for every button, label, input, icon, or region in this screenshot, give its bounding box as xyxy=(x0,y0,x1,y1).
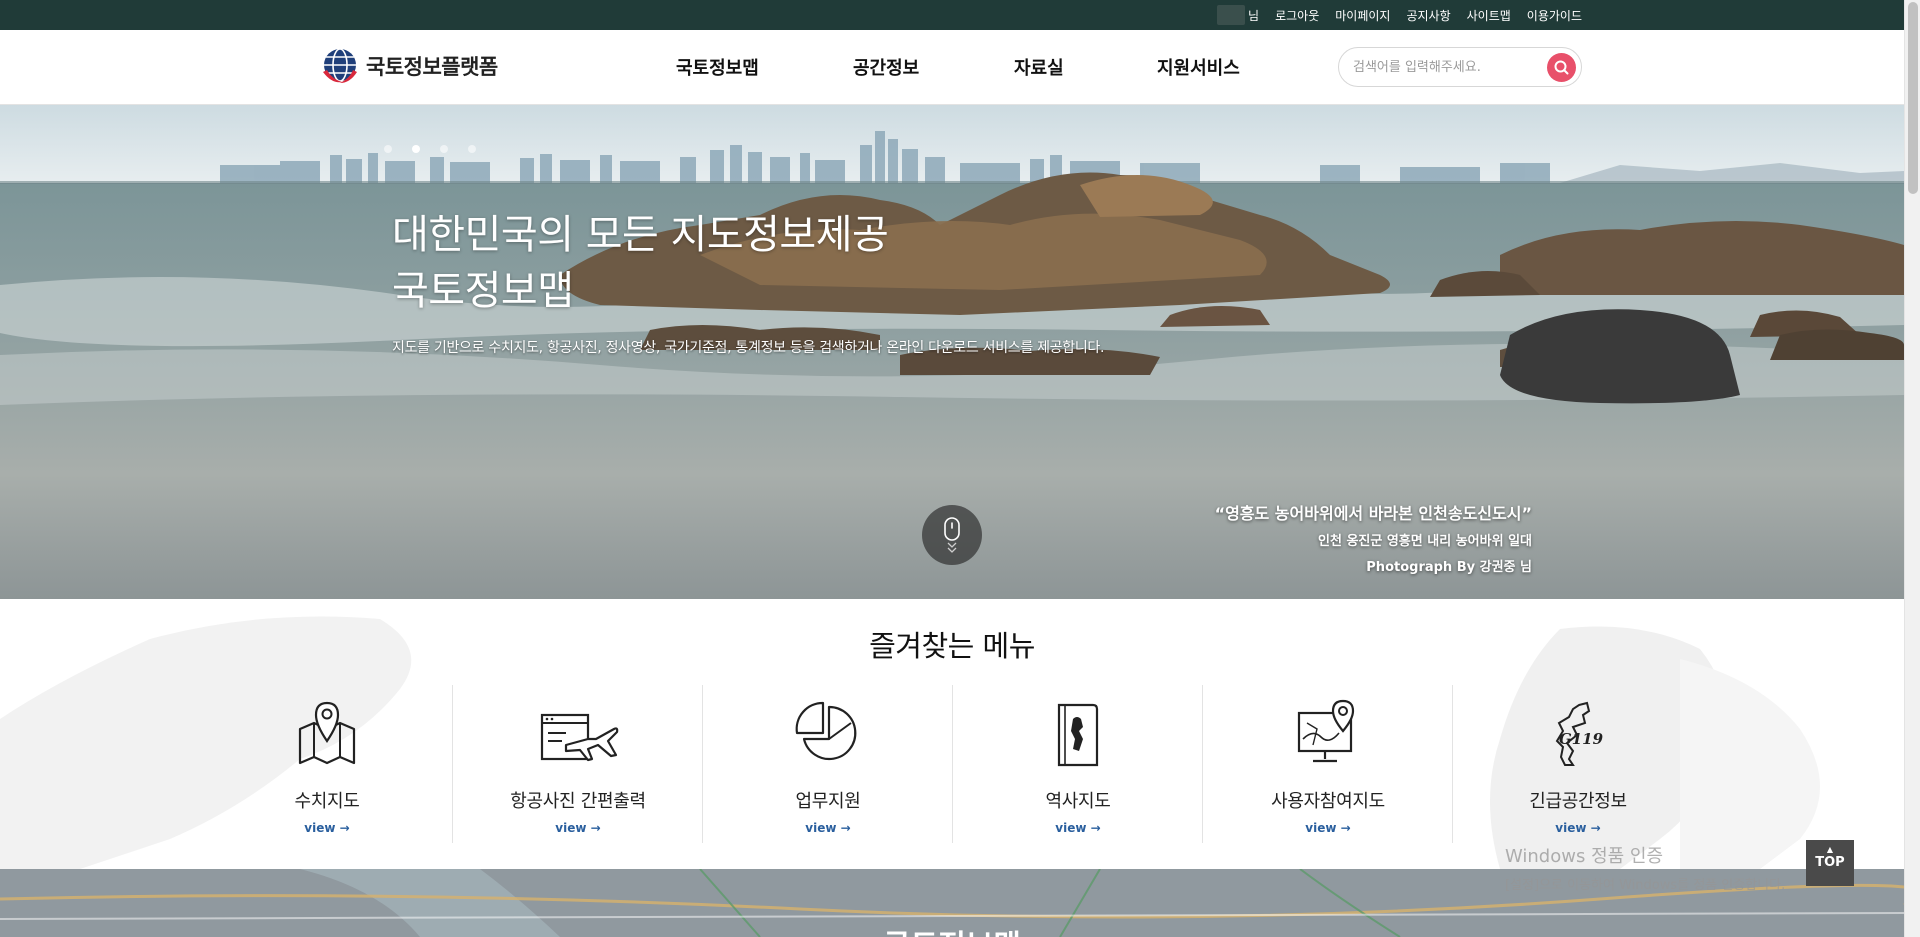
monitor-map-icon xyxy=(1297,699,1355,763)
photo-caption: “영흥도 농어바위에서 바라본 인천송도신도시” 인천 옹진군 영흥면 내리 농… xyxy=(1215,500,1532,575)
search-input[interactable] xyxy=(1353,56,1533,78)
caption-credit: Photograph By 강권중 님 xyxy=(1366,560,1532,575)
slide-dot-2[interactable] xyxy=(412,145,420,153)
site-logo[interactable]: 국토정보플랫폼 xyxy=(320,46,498,86)
gnb-national-map[interactable]: 국토정보맵 xyxy=(676,54,759,80)
caption-quote: “영흥도 농어바위에서 바라본 인천송도신도시” xyxy=(1214,504,1532,523)
favorite-view-link[interactable]: view → xyxy=(453,821,703,835)
sitemap-link[interactable]: 사이트맵 xyxy=(1467,7,1511,24)
favorite-emergency-info[interactable]: G119 긴급공간정보 view → xyxy=(1452,685,1702,843)
user-suffix: 님 xyxy=(1248,8,1260,23)
favorite-menu-title: 즐겨찾는 메뉴 xyxy=(869,629,1035,663)
g119-icon: G119 xyxy=(1555,701,1604,766)
favorite-history-map[interactable]: 역사지도 view → xyxy=(952,685,1202,843)
utility-links: 님 로그아웃 마이페이지 공지사항 사이트맵 이용가이드 xyxy=(1217,0,1582,30)
back-to-top-button[interactable]: ▲ TOP xyxy=(1806,840,1854,886)
national-map-title: 국토정보맵 xyxy=(0,921,1904,937)
utility-bar: 님 로그아웃 마이페이지 공지사항 사이트맵 이용가이드 xyxy=(0,0,1920,30)
hero-banner: 대한민국의 모든 지도정보제공 국토정보맵 지도를 기반으로 수치지도, 항공사… xyxy=(0,105,1904,599)
slide-dot-1[interactable] xyxy=(384,145,392,153)
slide-dot-3[interactable] xyxy=(440,145,448,153)
globe-logo-icon xyxy=(323,48,357,83)
slide-indicators xyxy=(384,145,476,153)
logout-link[interactable]: 로그아웃 xyxy=(1275,7,1319,24)
slide-dot-4[interactable] xyxy=(468,145,476,153)
favorite-menu-list: 수치지도 view → 항공사진 간편출력 view → 업무지원 view →… xyxy=(202,685,1702,843)
airplane-photo-icon xyxy=(540,713,619,762)
search-button[interactable] xyxy=(1547,53,1576,82)
favorite-view-link[interactable]: view → xyxy=(202,821,452,835)
korea-map-icon xyxy=(1057,703,1099,767)
windows-activation-watermark: Windows 정품 인증 [설정]으로 이동하여 Windows를 정품 인증… xyxy=(1505,842,1785,893)
scroll-down-button[interactable] xyxy=(922,505,982,565)
hero-title-line2: 국토정보맵 xyxy=(392,268,574,314)
scrollbar-thumb[interactable] xyxy=(1908,2,1918,194)
arrow-up-icon: ▲ xyxy=(1826,845,1834,854)
mouse-scroll-icon xyxy=(944,517,960,553)
favorite-view-link[interactable]: view → xyxy=(953,821,1203,835)
favorite-view-link[interactable]: view → xyxy=(1453,821,1703,835)
gnb-support[interactable]: 지원서비스 xyxy=(1157,54,1240,80)
favorite-digital-map[interactable]: 수치지도 view → xyxy=(202,685,452,843)
top-button-label: TOP xyxy=(1815,855,1845,870)
notice-link[interactable]: 공지사항 xyxy=(1406,7,1450,24)
favorite-user-map[interactable]: 사용자참여지도 view → xyxy=(1202,685,1452,843)
favorite-view-link[interactable]: view → xyxy=(703,821,953,835)
gnb-spatial-info[interactable]: 공간정보 xyxy=(853,54,919,80)
hero-title-line1: 대한민국의 모든 지도정보제공 xyxy=(392,212,889,258)
favorite-label: 역사지도 xyxy=(1045,791,1111,812)
user-name-redacted xyxy=(1217,5,1246,25)
favorite-label: 업무지원 xyxy=(795,791,861,812)
watermark-line2: [설정]으로 이동하여 Windows를 정품 인증합니다. xyxy=(1505,878,1786,893)
favorite-label: 항공사진 간편출력 xyxy=(510,791,646,812)
hero-title: 대한민국의 모든 지도정보제공 국토정보맵 xyxy=(392,207,889,319)
search-box xyxy=(1338,47,1582,87)
caption-location: 인천 옹진군 영흥면 내리 농어바위 일대 xyxy=(1318,534,1532,549)
watermark-line1: Windows 정품 인증 xyxy=(1505,846,1664,867)
favorite-view-link[interactable]: view → xyxy=(1203,821,1453,835)
favorite-label: 사용자참여지도 xyxy=(1271,791,1385,812)
pie-chart-icon xyxy=(795,701,857,761)
hero-description: 지도를 기반으로 수치지도, 항공사진, 정사영상, 국가기준점, 통계정보 등… xyxy=(392,340,1105,356)
search-icon xyxy=(1554,60,1569,75)
page-scrollbar[interactable] xyxy=(1904,0,1920,937)
svg-text:G119: G119 xyxy=(1559,730,1604,748)
map-pin-icon xyxy=(298,701,356,765)
favorite-work-support[interactable]: 업무지원 view → xyxy=(702,685,952,843)
favorite-aerial-photo[interactable]: 항공사진 간편출력 view → xyxy=(452,685,702,843)
user-greeting: 님 xyxy=(1217,5,1259,25)
favorite-menu-section: 즐겨찾는 메뉴 수치지도 view → 항공사진 간편출력 view → 업무지… xyxy=(0,599,1904,869)
site-header: 국토정보플랫폼 국토정보맵 공간정보 자료실 지원서비스 xyxy=(0,30,1904,105)
guide-link[interactable]: 이용가이드 xyxy=(1527,7,1582,24)
gnb-archive[interactable]: 자료실 xyxy=(1014,54,1064,80)
mypage-link[interactable]: 마이페이지 xyxy=(1335,7,1390,24)
favorite-label: 긴급공간정보 xyxy=(1529,791,1627,812)
favorite-label: 수치지도 xyxy=(294,791,360,812)
logo-text: 국토정보플랫폼 xyxy=(366,55,498,79)
